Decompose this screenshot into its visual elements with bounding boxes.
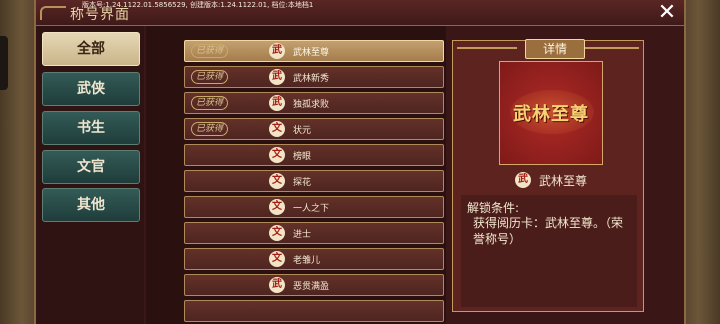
detail-title-name: 武林至尊 [539, 174, 588, 188]
panel-header: 称号界面 版本号:1.24.1122.01.5856529, 创建版本:1.24… [36, 0, 684, 26]
title-label: 武林新秀 [293, 74, 330, 84]
wu-emblem-icon: 武 [269, 43, 285, 59]
ornament-right [579, 47, 639, 49]
title-row[interactable]: 文 一人之下 [184, 196, 444, 218]
title-row[interactable]: 文 进士 [184, 222, 444, 244]
ornament-left [457, 47, 517, 49]
category-sidebar: 全部 武侠 书生 文官 其他 [36, 26, 144, 324]
obtained-badge: 已获得 [191, 94, 231, 112]
wu-emblem-icon: 武 [269, 69, 285, 85]
title-preview-image: 武林至尊 [499, 61, 603, 165]
title-row[interactable]: 文 探花 [184, 170, 444, 192]
title-label: 武林至尊 [293, 48, 330, 58]
wu-emblem-icon: 武 [269, 277, 285, 293]
unlock-condition-box: 解锁条件: 获得阅历卡：武林至尊。（荣誉称号） [461, 195, 637, 307]
wen-emblem-icon: 文 [269, 251, 285, 267]
wen-emblem-icon: 文 [269, 173, 285, 189]
title-label: 状元 [293, 126, 312, 136]
title-panel: 称号界面 版本号:1.24.1122.01.5856529, 创建版本:1.24… [34, 0, 686, 324]
title-list: 已获得 武 武林至尊 已获得 武 武林新秀 已获得 武 独孤求败 已获得 文 状… [146, 26, 446, 324]
wen-emblem-icon: 文 [269, 199, 285, 215]
wu-emblem-icon: 武 [269, 95, 285, 111]
detail-header: 详情 [525, 39, 585, 59]
title-label: 榜眼 [293, 152, 312, 162]
wen-emblem-icon: 文 [269, 225, 285, 241]
title-row[interactable]: 已获得 文 状元 [184, 118, 444, 140]
title-row-partial[interactable] [184, 300, 444, 322]
close-icon[interactable]: ✕ [656, 2, 678, 24]
title-label: 一人之下 [293, 204, 330, 214]
title-row[interactable]: 文 老雏儿 [184, 248, 444, 270]
title-label: 独孤求败 [293, 100, 330, 110]
wen-emblem-icon: 文 [269, 121, 285, 137]
background-right [684, 0, 720, 324]
side-handle[interactable] [0, 36, 8, 90]
unlock-text: 获得阅历卡：武林至尊。（荣誉称号） [473, 216, 624, 246]
obtained-badge: 已获得 [191, 120, 231, 138]
preview-calligraphy: 武林至尊 [513, 104, 589, 125]
tab-scholar[interactable]: 书生 [42, 111, 140, 145]
tab-wuxia[interactable]: 武侠 [42, 72, 140, 106]
tab-all[interactable]: 全部 [42, 32, 140, 66]
detail-panel: 详情 武林至尊 武 武林至尊 解锁条件: 获得阅历卡：武林至尊。（荣誉称号） [452, 39, 644, 312]
title-row[interactable]: 已获得 武 武林新秀 [184, 66, 444, 88]
obtained-badge: 已获得 [191, 42, 231, 60]
tab-official[interactable]: 文官 [42, 150, 140, 184]
wen-emblem-icon: 文 [269, 147, 285, 163]
title-label: 老雏儿 [293, 256, 321, 266]
title-label: 探花 [293, 178, 312, 188]
title-label: 进士 [293, 230, 312, 240]
unlock-label: 解锁条件: [467, 201, 520, 215]
tab-other[interactable]: 其他 [42, 188, 140, 222]
obtained-badge: 已获得 [191, 68, 231, 86]
version-info: 版本号:1.24.1122.01.5856529, 创建版本:1.24.1122… [82, 1, 314, 9]
title-row[interactable]: 文 榜眼 [184, 144, 444, 166]
header-ornament-icon [40, 6, 66, 20]
title-row[interactable]: 已获得 武 武林至尊 [184, 40, 444, 62]
title-label: 恶贯满盈 [293, 282, 330, 292]
title-row[interactable]: 武 恶贯满盈 [184, 274, 444, 296]
title-row[interactable]: 已获得 武 独孤求败 [184, 92, 444, 114]
wu-emblem-icon: 武 [515, 172, 531, 188]
